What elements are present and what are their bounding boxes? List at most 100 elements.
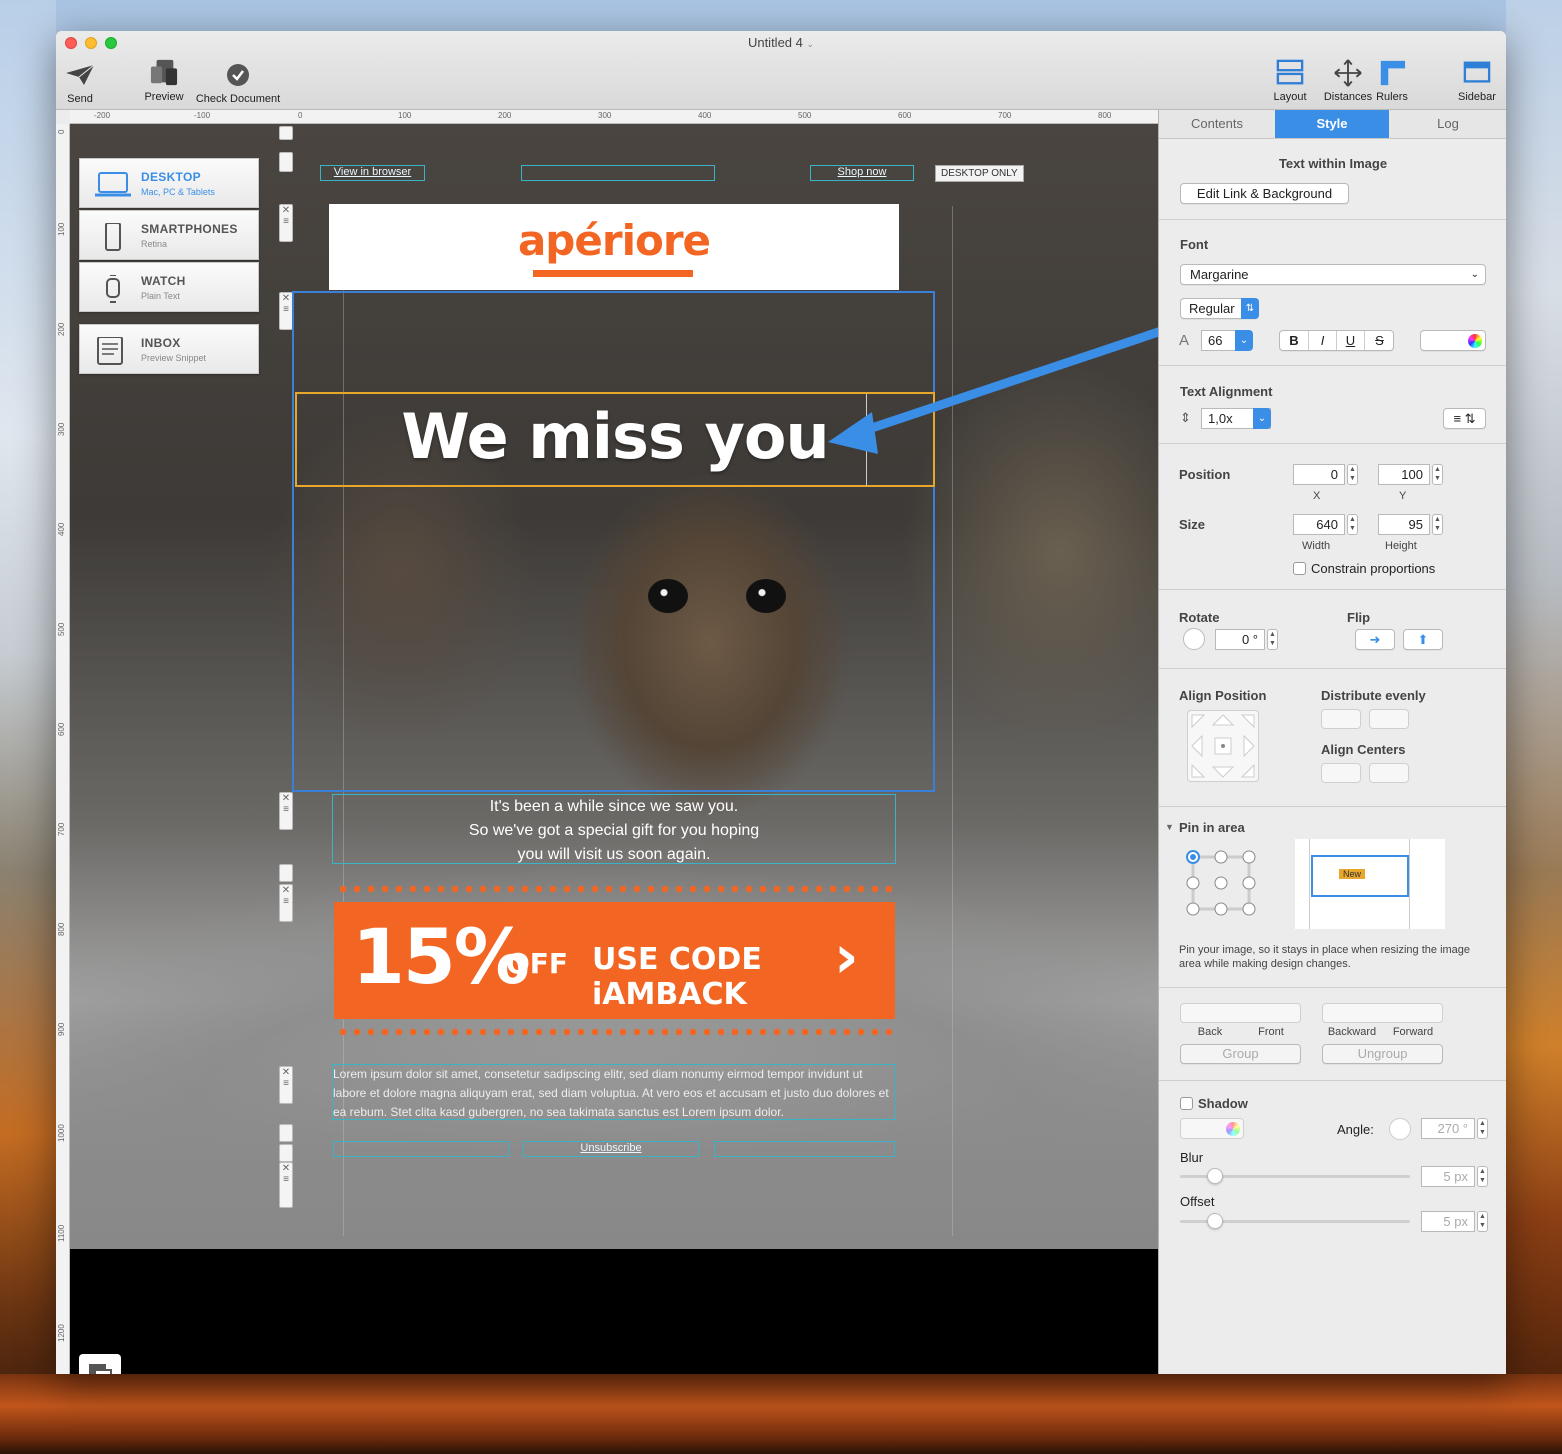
row-handle-copy[interactable]: ✕ ≡ [279,792,293,830]
row-handle-logo[interactable]: ✕ ≡ [279,204,293,242]
angle-stepper[interactable]: ▲ ▼ [1477,1118,1488,1139]
unsubscribe-link[interactable]: Unsubscribe [523,1142,699,1154]
row-handle[interactable] [279,1124,293,1142]
underline-button[interactable]: U [1336,331,1364,350]
line-height-dropdown[interactable]: ⌄ [1253,408,1271,429]
preview-button[interactable]: Preview [140,59,188,103]
device-inbox[interactable]: INBOX Preview Snippet [79,324,259,374]
device-watch[interactable]: WATCH Plain Text [79,262,259,312]
pin-new-badge: New [1339,869,1366,879]
group-button[interactable]: Group [1180,1044,1301,1064]
horizontal-ruler[interactable]: -200 -100 0 100 200 300 400 500 600 700 … [70,110,1158,124]
align-position-label: Align Position [1179,688,1267,703]
font-size-icon: A [1179,332,1190,349]
offset-stepper[interactable]: ▲ ▼ [1477,1211,1488,1232]
offset-slider-knob[interactable] [1207,1213,1223,1229]
align-centers-label: Align Centers [1321,742,1406,757]
alignment-select[interactable]: ≡ ⇅ [1443,408,1486,429]
row-handle[interactable] [279,126,293,140]
row-handle[interactable] [279,1144,293,1162]
distribute-vertical-button[interactable] [1369,709,1409,729]
forward-button[interactable]: Forward [1383,1026,1443,1038]
checkmark-circle-icon [227,64,249,86]
align-arrows-icon [1191,714,1255,778]
width-field[interactable]: 640 [1293,514,1345,535]
color-wheel-icon [1468,334,1482,348]
font-family-select[interactable]: Margarine ⌄ [1180,264,1486,285]
blur-label: Blur [1180,1150,1204,1165]
view-in-browser-link[interactable]: View in browser [320,166,425,178]
rotate-stepper[interactable]: ▲ ▼ [1267,629,1278,650]
row-handle-promo[interactable]: ✕ ≡ [279,884,293,922]
distribute-horizontal-button[interactable] [1321,709,1361,729]
pin-anchor-grid[interactable] [1185,849,1257,917]
align-position-grid[interactable] [1187,710,1259,782]
font-section: Font Margarine ⌄ Regular ⇅ A 66 ⌄ B I U S [1159,220,1506,366]
blur-field[interactable]: 5 px [1421,1166,1475,1187]
ungroup-button[interactable]: Ungroup [1322,1044,1443,1064]
text-within-image-section: Text within Image Edit Link & Background [1159,139,1506,220]
check-document-button[interactable]: Check Document [192,61,284,105]
height-field[interactable]: 95 [1378,514,1430,535]
shadow-checkbox[interactable] [1180,1097,1193,1110]
watch-icon [106,275,120,303]
lorem-text-block[interactable]: Lorem ipsum dolor sit amet, consetetur s… [332,1064,896,1120]
position-y-field[interactable]: 100 [1378,464,1430,485]
device-smartphones[interactable]: SMARTPHONES Retina [79,210,259,260]
backward-button[interactable]: Backward [1322,1026,1382,1038]
layers-toggle-button[interactable] [79,1354,121,1374]
bold-button[interactable]: B [1280,331,1308,350]
row-handle[interactable] [279,864,293,882]
layout-button[interactable]: Layout [1268,59,1312,103]
sidebar-toggle-button[interactable]: Sidebar [1454,59,1500,103]
window-title[interactable]: Untitled 4 ⌄ [56,35,1506,50]
position-y-stepper[interactable]: ▲ ▼ [1432,464,1443,485]
device-desktop[interactable]: DESKTOP Mac, PC & Tablets [79,158,259,208]
shop-now-link[interactable]: Shop now [810,166,914,178]
shadow-color-well[interactable] [1180,1118,1244,1139]
align-vertical-center-button[interactable] [1321,763,1361,783]
tab-style[interactable]: Style [1275,110,1389,138]
angle-field[interactable]: 270 ° [1421,1118,1475,1139]
distances-button[interactable]: Distances [1318,59,1378,103]
constrain-proportions-checkbox[interactable] [1293,562,1306,575]
row-handle-footer[interactable]: ✕ ≡ [279,1162,293,1208]
front-button[interactable]: Front [1241,1026,1301,1038]
blur-slider-knob[interactable] [1207,1168,1223,1184]
promo-banner[interactable]: 15% OFF USE CODE iAMBACK › [334,902,895,1019]
flip-vertical-button[interactable]: ⬆ [1403,629,1443,650]
position-x-stepper[interactable]: ▲ ▼ [1347,464,1358,485]
row-handle-lorem[interactable]: ✕ ≡ [279,1066,293,1104]
height-stepper[interactable]: ▲ ▼ [1432,514,1443,535]
rotate-field[interactable]: 0 ° [1215,629,1265,650]
intro-copy-block[interactable]: It's been a while since we saw you. So w… [332,794,896,864]
rotate-flip-section: Rotate 0 ° ▲ ▼ Flip ➜ ⬆ [1159,590,1506,669]
disclosure-triangle-icon[interactable]: ▼ [1165,822,1174,832]
logo-block[interactable]: apériore [329,204,899,290]
italic-button[interactable]: I [1308,331,1336,350]
row-handle-image[interactable]: ✕ ≡ [279,292,293,330]
offset-field[interactable]: 5 px [1421,1211,1475,1232]
back-button[interactable]: Back [1180,1026,1240,1038]
position-size-section: Position 0 ▲ ▼ X 100 ▲ ▼ Y Size 640 ▲ ▼ Wid… [1159,444,1506,590]
tab-log[interactable]: Log [1389,110,1506,138]
flip-horizontal-button[interactable]: ➜ [1355,629,1395,650]
position-x-field[interactable]: 0 [1293,464,1345,485]
vertical-ruler[interactable]: 0 100 200 300 400 500 600 700 800 900 10… [56,124,70,1374]
angle-dial[interactable] [1389,1118,1411,1140]
text-color-well[interactable] [1420,330,1486,351]
row-handle[interactable] [279,152,293,172]
align-horizontal-center-button[interactable] [1369,763,1409,783]
blur-stepper[interactable]: ▲ ▼ [1477,1166,1488,1187]
tab-contents[interactable]: Contents [1159,110,1275,138]
strikethrough-button[interactable]: S [1364,331,1394,350]
rotate-dial[interactable] [1183,628,1205,650]
ruler-icon [1380,60,1406,86]
send-button[interactable]: Send [56,61,104,105]
font-size-dropdown[interactable]: ⌄ [1235,330,1253,351]
width-stepper[interactable]: ▲ ▼ [1347,514,1358,535]
rulers-button[interactable]: Rulers [1372,59,1412,103]
edit-link-background-button[interactable]: Edit Link & Background [1180,183,1349,204]
updown-arrows-icon[interactable]: ⇅ [1241,298,1259,319]
pin-preview: New [1295,839,1445,929]
